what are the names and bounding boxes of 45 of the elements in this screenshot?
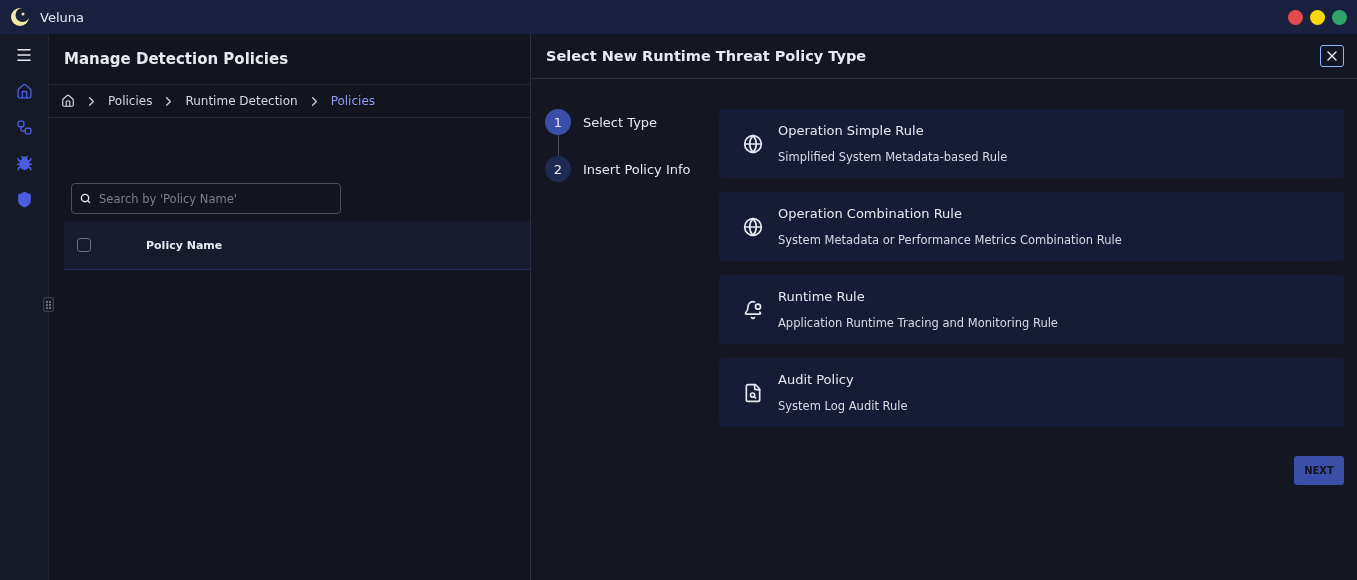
policy-type-description: System Log Audit Rule xyxy=(778,399,908,413)
sidebar-item[interactable] xyxy=(15,119,33,136)
moon-logo-icon xyxy=(10,7,30,27)
policy-type-description: System Metadata or Performance Metrics Combination Rule xyxy=(778,233,1122,247)
shield-icon xyxy=(15,191,33,208)
breadcrumb-link[interactable]: Runtime Detection xyxy=(185,94,298,108)
bell-icon xyxy=(743,299,763,320)
policy-type-card[interactable]: Runtime Rule Application Runtime Tracing and Monitoring Rule xyxy=(719,275,1344,344)
step-number: 1 xyxy=(545,109,571,135)
sidebar-item[interactable] xyxy=(15,191,33,208)
policy-type-card[interactable]: Operation Simple Rule Simplified System Metadata-based Rule xyxy=(719,109,1344,178)
file-search-icon xyxy=(743,382,763,403)
search-icon xyxy=(80,193,91,204)
policy-type-card[interactable]: Operation Combination Rule System Metadata or Performance Metrics Combination Rule xyxy=(719,192,1344,261)
bug-icon xyxy=(15,155,33,172)
breadcrumb-link[interactable]: Policies xyxy=(108,94,153,108)
policy-type-description: Simplified System Metadata-based Rule xyxy=(778,150,1008,164)
sidebar-item[interactable] xyxy=(15,83,33,100)
search-field[interactable]: Search by 'Policy Name' xyxy=(71,183,341,214)
app-title: Veluna xyxy=(40,9,84,25)
step-label: Select Type xyxy=(583,114,658,130)
globe-icon xyxy=(743,216,763,237)
close-window-button[interactable] xyxy=(1288,9,1303,25)
sidebar-item[interactable] xyxy=(15,155,33,172)
home-icon[interactable] xyxy=(61,94,75,108)
menu-button[interactable] xyxy=(15,46,33,64)
policy-type-description: Application Runtime Tracing and Monitoring Rule xyxy=(778,316,1058,330)
column-header: Policy Name xyxy=(146,238,223,252)
step-label: Insert Policy Info xyxy=(583,161,691,177)
close-button[interactable] xyxy=(1320,45,1344,67)
drawer-title: Select New Runtime Threat Policy Type xyxy=(546,48,867,64)
globe-icon xyxy=(743,133,763,154)
policy-type-title: Audit Policy xyxy=(778,372,855,387)
home-icon xyxy=(15,83,33,100)
minimize-window-button[interactable] xyxy=(1310,9,1325,25)
breadcrumb-link[interactable]: Policies xyxy=(330,94,375,108)
workflow-icon xyxy=(15,119,33,136)
select-all-checkbox[interactable] xyxy=(77,238,91,252)
step-number: 2 xyxy=(545,156,571,182)
maximize-window-button[interactable] xyxy=(1332,9,1347,25)
page-title: Manage Detection Policies xyxy=(49,34,530,85)
policy-type-title: Runtime Rule xyxy=(778,289,866,304)
policy-type-title: Operation Simple Rule xyxy=(778,123,925,138)
policy-type-title: Operation Combination Rule xyxy=(778,206,963,221)
policy-type-card[interactable]: Audit Policy System Log Audit Rule xyxy=(719,358,1344,427)
